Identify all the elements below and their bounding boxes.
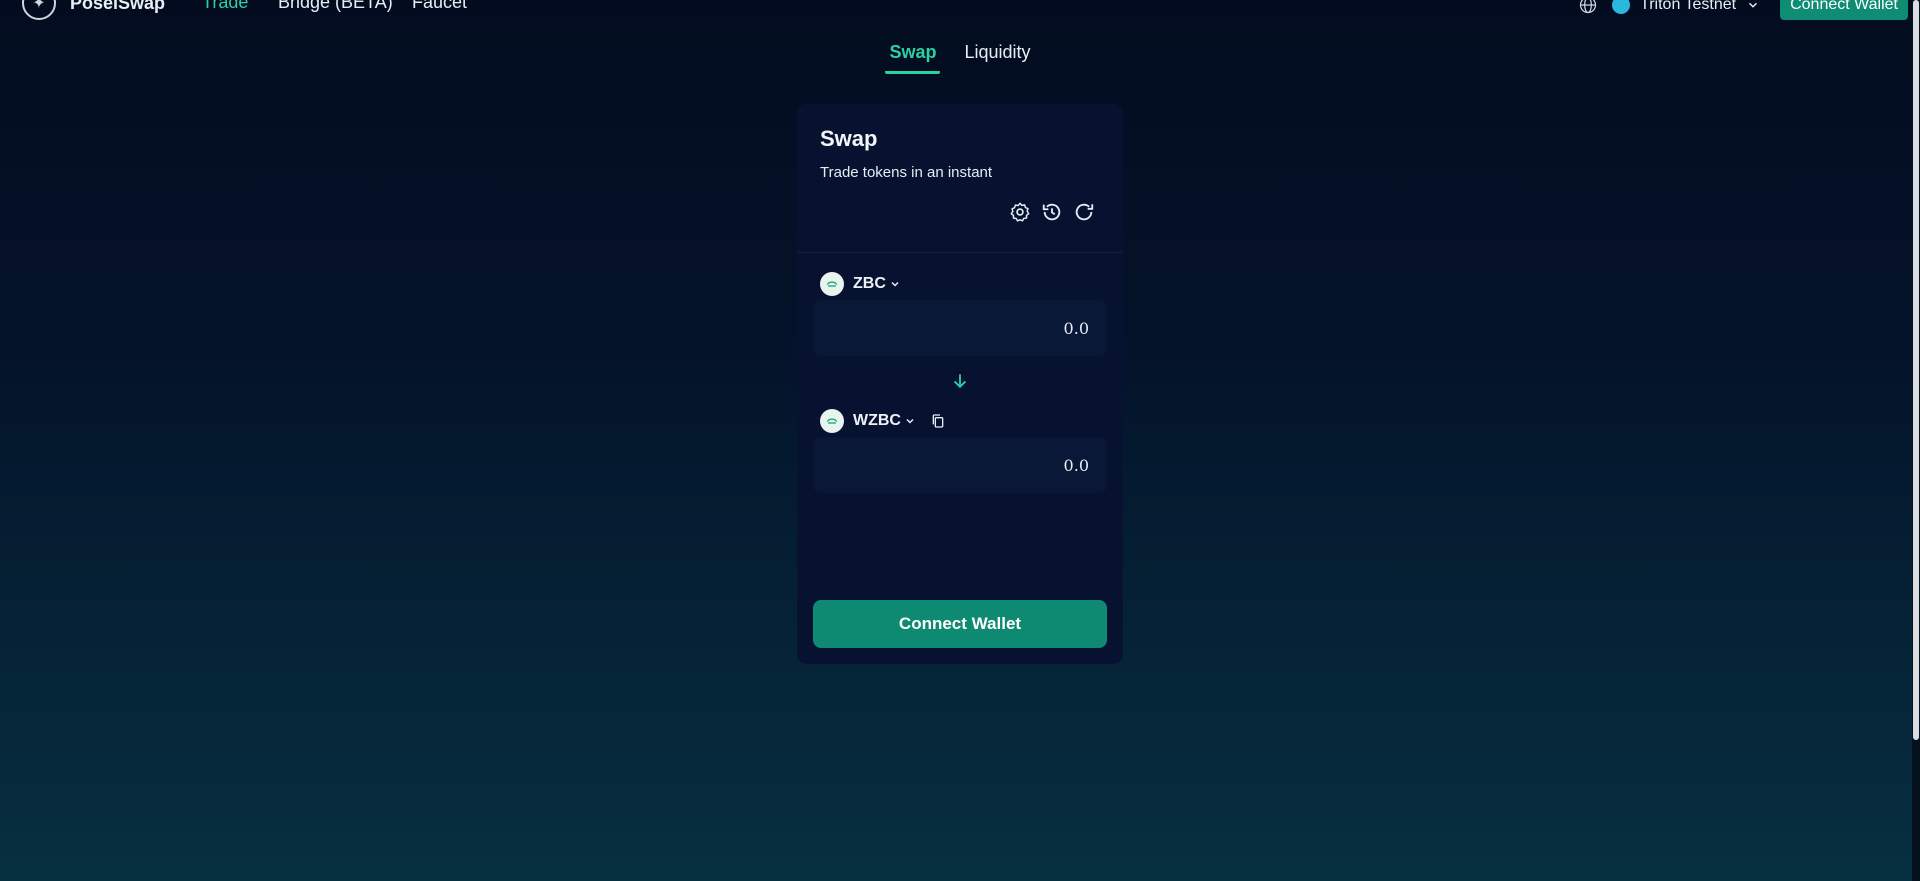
network-icon: [1612, 0, 1631, 14]
network-selector[interactable]: Triton Testnet: [1612, 0, 1760, 14]
nav-link-trade[interactable]: Trade: [202, 0, 248, 13]
swap-card-header: Swap Trade tokens in an instant: [797, 104, 1123, 253]
card-subtitle: Trade tokens in an instant: [820, 164, 993, 181]
to-token-name: WZBC: [853, 412, 901, 429]
history-icon[interactable]: [1041, 201, 1063, 223]
brand-logo-icon: ✦: [22, 0, 56, 20]
page-scrollbar[interactable]: [1912, 0, 1920, 881]
zbc-token-icon: [820, 272, 844, 296]
refresh-icon[interactable]: [1073, 201, 1095, 223]
chevron-down-icon: [891, 281, 899, 287]
from-token-selector[interactable]: ZBC: [820, 272, 901, 296]
settings-icon[interactable]: [1009, 201, 1031, 223]
brand-name: PoselSwap: [70, 0, 166, 13]
card-tools: [1009, 201, 1095, 223]
tab-swap[interactable]: Swap: [885, 40, 941, 74]
chevron-down-icon: [1749, 2, 1758, 8]
nav-link-bridge[interactable]: Bridge (BETA): [278, 0, 393, 13]
from-amount-input[interactable]: [813, 317, 1091, 339]
to-token-selector[interactable]: WZBC: [820, 409, 946, 433]
brand-logo[interactable]: ✦ PoselSwap: [22, 0, 165, 20]
to-amount-box: [813, 437, 1107, 493]
swap-card: Swap Trade tokens in an instant ZBC 0.0 …: [797, 104, 1123, 664]
wzbc-token-icon: [820, 409, 844, 433]
globe-icon[interactable]: [1578, 0, 1598, 15]
scrollbar-thumb[interactable]: [1913, 0, 1919, 740]
nav-link-faucet[interactable]: Faucet: [412, 0, 467, 13]
swap-liquidity-tabs: Swap Liquidity: [0, 40, 1920, 74]
from-amount-box: [813, 300, 1107, 356]
copy-address-icon[interactable]: [930, 413, 946, 429]
network-name: Triton Testnet: [1640, 0, 1737, 13]
top-navigation: ✦ PoselSwap Trade Bridge (BETA) Faucet T…: [0, 0, 1920, 20]
card-title: Swap: [820, 126, 878, 151]
to-amount-input[interactable]: [813, 454, 1091, 476]
from-token-name: ZBC: [853, 275, 886, 292]
swap-direction-arrow-icon[interactable]: [950, 371, 970, 391]
connect-wallet-button[interactable]: Connect Wallet: [813, 600, 1107, 648]
header-connect-wallet-button[interactable]: Connect Wallet: [1780, 0, 1908, 20]
network-area: Triton Testnet Connect Wallet: [1578, 0, 1920, 20]
chevron-down-icon: [906, 418, 914, 424]
tab-liquidity[interactable]: Liquidity: [960, 40, 1034, 74]
